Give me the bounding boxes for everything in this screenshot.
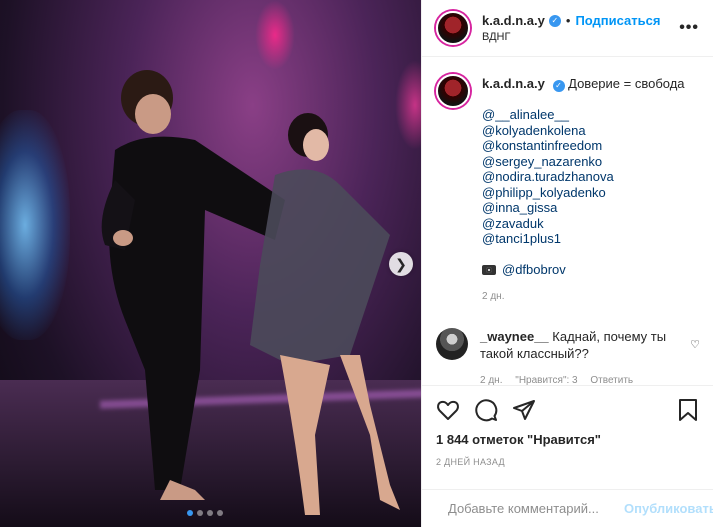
caption-text: Доверие = свобода	[568, 76, 685, 91]
share-paper-plane-icon[interactable]	[512, 398, 536, 422]
post-location[interactable]: ВДНГ	[482, 31, 660, 43]
post-header: k.a.d.n.a.y ✓ • Подписаться ВДНГ •••	[422, 0, 713, 57]
commenter-avatar[interactable]	[436, 328, 468, 360]
like-heart-icon[interactable]	[436, 398, 460, 422]
comment-likes[interactable]: "Нравится": 3	[515, 375, 577, 385]
comment-timestamp[interactable]: 2 дн.	[480, 375, 502, 385]
commenter-username[interactable]: _waynee__	[480, 329, 549, 344]
caption-username[interactable]: k.a.d.n.a.y	[482, 76, 545, 91]
comment-like-heart-icon[interactable]: ♡	[690, 338, 700, 351]
blue-stage-light	[0, 110, 70, 340]
post-caption: k.a.d.n.a.y ✓ Доверие = свобода @__alina…	[436, 74, 700, 305]
post-side-panel: k.a.d.n.a.y ✓ • Подписаться ВДНГ ••• k.a…	[421, 0, 713, 527]
camera-credit-link[interactable]: @dfbobrov	[502, 262, 566, 277]
carousel-dot	[217, 510, 223, 516]
post-actions: 1 844 отметок "Нравится" 2 ДНЕЙ НАЗАД	[422, 385, 713, 467]
author-username[interactable]: k.a.d.n.a.y	[482, 13, 545, 28]
mention-link[interactable]: @philipp_kolyadenko	[482, 185, 685, 201]
comment-item: _waynee__ Каднай, почему ты такой классн…	[436, 328, 700, 385]
verified-badge-icon: ✓	[552, 80, 565, 92]
publish-button[interactable]: Опубликовать	[624, 501, 713, 516]
post-photo[interactable]: ❯	[0, 0, 421, 527]
verified-badge-icon: ✓	[548, 14, 561, 27]
carousel-dot-active	[187, 510, 193, 516]
pink-stage-light	[255, 0, 295, 70]
follow-button[interactable]: Подписаться	[575, 13, 660, 28]
comment-meta: 2 дн. "Нравится": 3 Ответить	[480, 372, 680, 385]
carousel-dots	[187, 510, 223, 516]
separator-dot: •	[565, 13, 571, 28]
female-dancer	[250, 113, 400, 515]
mention-link[interactable]: @tanci1plus1	[482, 231, 685, 247]
caption-author-avatar[interactable]	[436, 74, 470, 108]
mention-link[interactable]: @sergey_nazarenko	[482, 154, 685, 170]
post-date[interactable]: 2 ДНЕЙ НАЗАД	[436, 457, 700, 467]
mention-link[interactable]: @__alinalee__	[482, 107, 685, 123]
mention-link[interactable]: @inna_gissa	[482, 200, 685, 216]
comments-section[interactable]: k.a.d.n.a.y ✓ Доверие = свобода @__alina…	[422, 58, 713, 385]
carousel-dot	[197, 510, 203, 516]
action-icons	[436, 396, 700, 424]
comment-bubble-icon[interactable]	[474, 398, 498, 422]
caption-body: k.a.d.n.a.y ✓ Доверие = свобода @__alina…	[482, 74, 685, 305]
mention-link[interactable]: @kolyadenkolena	[482, 123, 685, 139]
bookmark-icon[interactable]	[676, 398, 700, 422]
likes-count[interactable]: 1 844 отметок "Нравится"	[436, 432, 700, 447]
comment-body: _waynee__ Каднай, почему ты такой классн…	[480, 328, 680, 385]
mention-link[interactable]: @nodira.turadzhanova	[482, 169, 685, 185]
add-comment-bar: Опубликовать	[422, 489, 713, 527]
next-slide-button[interactable]: ❯	[389, 252, 413, 276]
carousel-dot	[207, 510, 213, 516]
author-meta: k.a.d.n.a.y ✓ • Подписаться ВДНГ	[482, 13, 660, 43]
camera-icon	[482, 265, 496, 276]
mention-link[interactable]: @zavaduk	[482, 216, 685, 232]
mention-link[interactable]: @konstantinfreedom	[482, 138, 685, 154]
author-avatar[interactable]	[436, 11, 470, 45]
more-options-icon[interactable]: •••	[679, 19, 699, 37]
caption-timestamp[interactable]: 2 дн.	[482, 289, 685, 305]
comment-input[interactable]	[448, 501, 624, 516]
reply-button[interactable]: Ответить	[590, 375, 633, 385]
